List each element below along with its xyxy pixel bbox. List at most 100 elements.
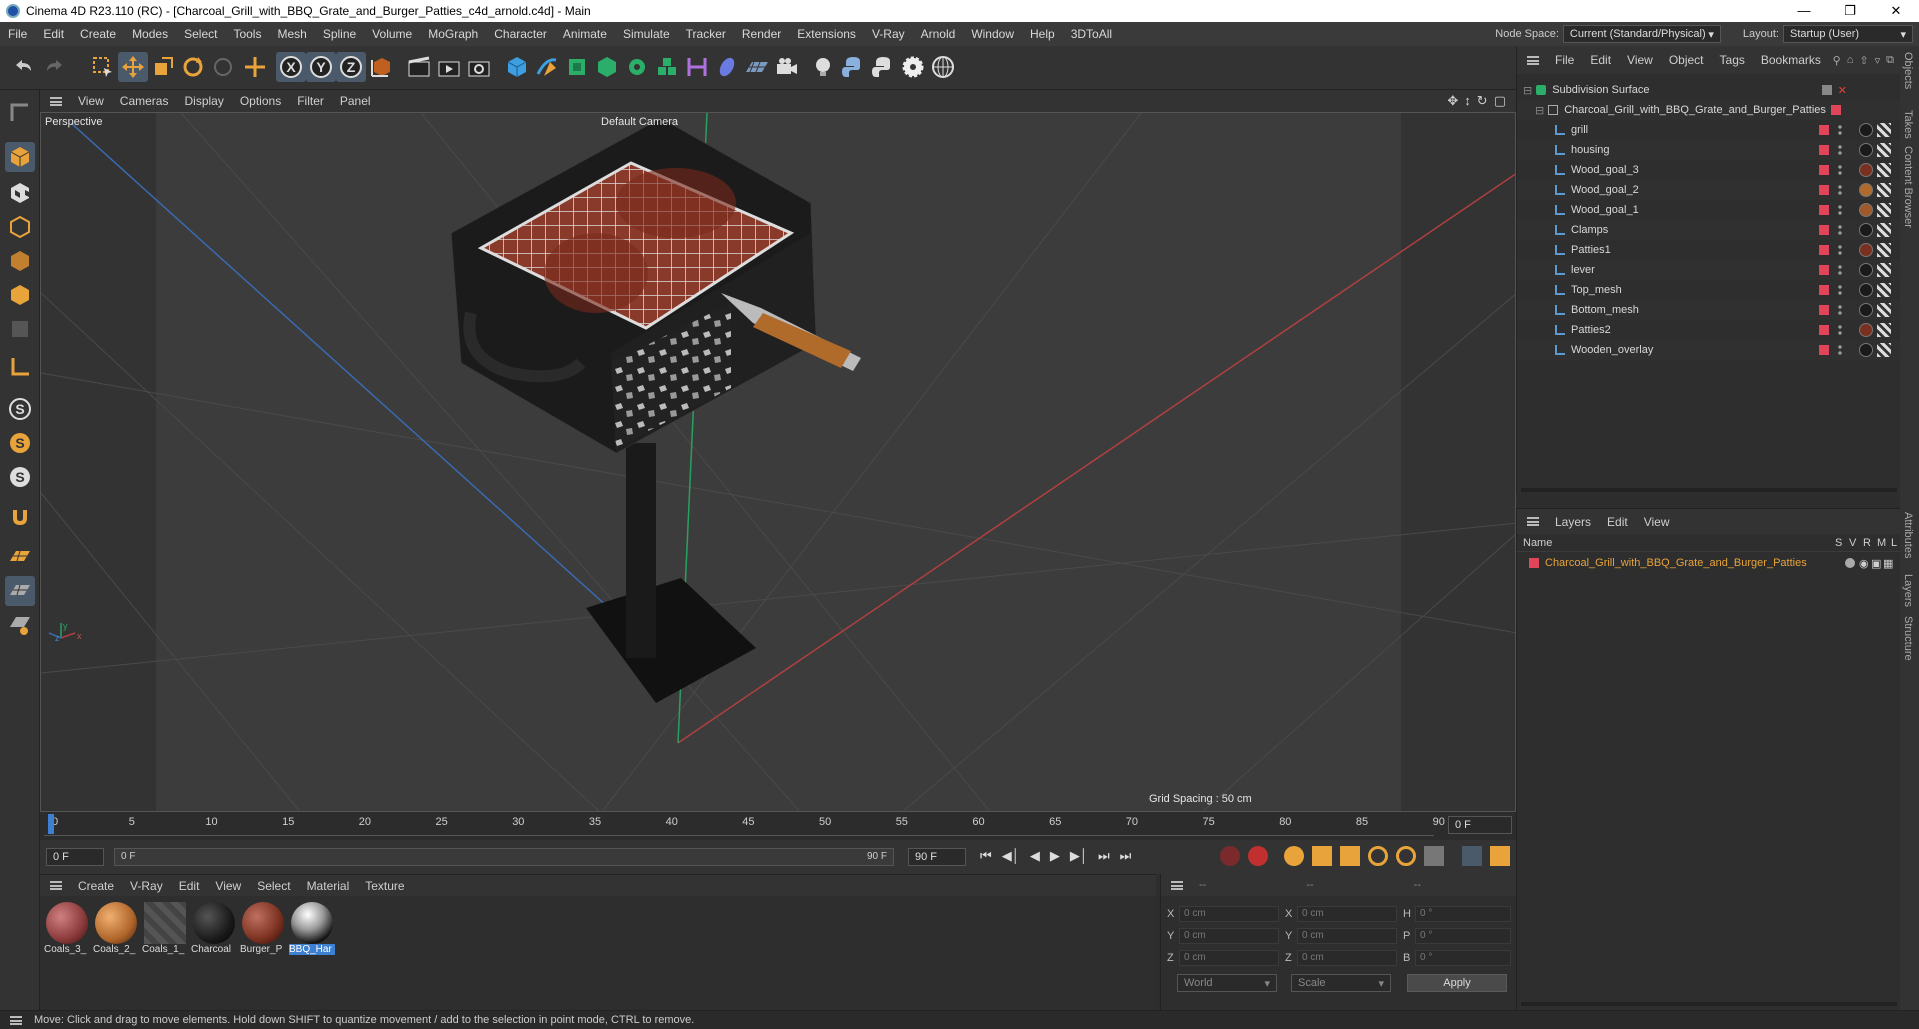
material-swatch[interactable]: Burger_P <box>240 902 286 958</box>
lock-y-axis-button[interactable]: Y <box>306 52 336 82</box>
lock-x-axis-button[interactable]: X <box>276 52 306 82</box>
camera-button[interactable] <box>772 52 802 82</box>
uv-mode-button[interactable] <box>5 314 35 344</box>
film-strip-icon[interactable] <box>1490 846 1510 866</box>
material-menu-vray[interactable]: V-Ray <box>122 879 171 893</box>
rotation-h-field[interactable]: 0 ° <box>1415 906 1511 922</box>
menu-simulate[interactable]: Simulate <box>615 27 678 41</box>
start-frame-field[interactable]: 0 F <box>46 848 104 866</box>
end-frame-field[interactable]: 90 F <box>908 848 966 866</box>
up-arrow-icon[interactable]: ⇧ <box>1859 54 1868 67</box>
axis-mode-button[interactable] <box>5 352 35 382</box>
rotation-p-field[interactable]: 0 ° <box>1415 928 1511 944</box>
new-window-icon[interactable]: ⧉ <box>1886 54 1894 67</box>
hamburger-icon[interactable] <box>1527 517 1539 526</box>
horizontal-scrollbar[interactable] <box>1521 1002 1897 1006</box>
redo-button[interactable] <box>40 52 70 82</box>
material-tag-icon[interactable] <box>1859 343 1873 357</box>
menu-file[interactable]: File <box>0 27 35 41</box>
layer-menu-layers[interactable]: Layers <box>1547 515 1599 529</box>
hamburger-icon[interactable] <box>10 1015 22 1025</box>
texture-tag-icon[interactable] <box>1877 343 1891 357</box>
parameter-key-icon[interactable] <box>1396 846 1416 866</box>
hamburger-icon[interactable] <box>1171 880 1183 890</box>
layer-row[interactable]: Charcoal_Grill_with_BBQ_Grate_and_Burger… <box>1517 554 1901 572</box>
move-tool-button[interactable] <box>118 52 148 82</box>
disable-x-icon[interactable]: ✕ <box>1838 84 1847 97</box>
autokey-icon[interactable] <box>1248 846 1268 866</box>
menu-select[interactable]: Select <box>176 27 225 41</box>
menu-3dtoall[interactable]: 3DToAll <box>1063 27 1120 41</box>
go-to-start-icon[interactable]: ⏮ <box>980 848 992 864</box>
texture-tag-icon[interactable] <box>1877 123 1891 137</box>
visibility-dots-icon[interactable] <box>1837 264 1843 276</box>
material-menu-texture[interactable]: Texture <box>357 879 412 893</box>
size-x-field[interactable]: 0 cm <box>1297 906 1397 922</box>
object-menu-view[interactable]: View <box>1619 53 1661 67</box>
menu-extensions[interactable]: Extensions <box>789 27 864 41</box>
menu-render[interactable]: Render <box>734 27 789 41</box>
select-tool-button[interactable] <box>88 52 118 82</box>
keyframe-selection-icon[interactable] <box>1284 846 1304 866</box>
visibility-dots-icon[interactable] <box>1837 164 1843 176</box>
settings-button[interactable] <box>898 52 928 82</box>
object-row[interactable]: Patties1 <box>1517 240 1901 260</box>
rotation-key-icon[interactable] <box>1368 846 1388 866</box>
camera-label[interactable]: Default Camera <box>601 116 678 128</box>
go-to-end-icon[interactable]: ⏭ <box>1120 848 1132 864</box>
visibility-dots-icon[interactable] <box>1837 304 1843 316</box>
cube-button[interactable] <box>502 52 532 82</box>
visibility-dots-icon[interactable] <box>1837 204 1843 216</box>
object-row-subdivision[interactable]: ⊟ Subdivision Surface ✕ <box>1517 80 1901 100</box>
position-z-field[interactable]: 0 cm <box>1179 950 1279 966</box>
motion-system-icon[interactable] <box>1462 846 1482 866</box>
texture-tag-icon[interactable] <box>1877 283 1891 297</box>
visibility-dots-icon[interactable] <box>1837 324 1843 336</box>
dolly-view-icon[interactable]: ↕ <box>1464 93 1471 109</box>
play-icon[interactable]: ▶ <box>1050 848 1060 864</box>
points-mode-button[interactable] <box>5 212 35 242</box>
visibility-dots-icon[interactable] <box>1837 244 1843 256</box>
layout-dropdown[interactable]: Startup (User) ▾ <box>1783 25 1913 43</box>
pen-spline-button[interactable] <box>532 52 562 82</box>
hamburger-icon[interactable] <box>1527 55 1539 65</box>
object-row[interactable]: housing <box>1517 140 1901 160</box>
object-menu-edit[interactable]: Edit <box>1582 53 1619 67</box>
material-menu-view[interactable]: View <box>207 879 249 893</box>
position-key-icon[interactable] <box>1312 846 1332 866</box>
manager-icon[interactable]: ▦ <box>1883 557 1895 570</box>
menu-volume[interactable]: Volume <box>364 27 420 41</box>
subdivision-button[interactable] <box>562 52 592 82</box>
texture-tag-icon[interactable] <box>1877 243 1891 257</box>
position-y-field[interactable]: 0 cm <box>1179 928 1279 944</box>
light-button[interactable] <box>808 52 838 82</box>
undo-button[interactable] <box>8 52 38 82</box>
field-button[interactable] <box>712 52 742 82</box>
previous-frame-icon[interactable]: ◀ <box>1030 848 1040 864</box>
texture-tag-icon[interactable] <box>1877 263 1891 277</box>
render-view-button[interactable] <box>404 52 434 82</box>
object-row[interactable]: Clamps <box>1517 220 1901 240</box>
next-key-icon[interactable]: ⏭ <box>1098 848 1110 864</box>
minimize-icon[interactable]: — <box>1781 3 1827 19</box>
object-menu-object[interactable]: Object <box>1661 53 1712 67</box>
texture-tag-icon[interactable] <box>1877 183 1891 197</box>
menu-tracker[interactable]: Tracker <box>678 27 734 41</box>
rotate-view-icon[interactable]: ↻ <box>1477 93 1488 109</box>
texture-tag-icon[interactable] <box>1877 303 1891 317</box>
floor-button[interactable] <box>742 52 772 82</box>
polygons-mode-button[interactable] <box>5 280 35 310</box>
visibility-dots-icon[interactable] <box>1837 284 1843 296</box>
tab-objects[interactable]: Objects <box>1902 52 1914 89</box>
object-row[interactable]: Top_mesh <box>1517 280 1901 300</box>
object-row[interactable]: Wood_goal_1 <box>1517 200 1901 220</box>
collapse-icon[interactable]: ⊟ <box>1523 84 1532 97</box>
menu-character[interactable]: Character <box>486 27 555 41</box>
make-editable-button[interactable] <box>5 98 35 128</box>
material-tag-icon[interactable] <box>1859 283 1873 297</box>
visibility-dots-icon[interactable] <box>1837 144 1843 156</box>
visibility-dot-icon[interactable] <box>1821 85 1832 95</box>
edges-mode-button[interactable] <box>5 246 35 276</box>
maximize-icon[interactable]: ❐ <box>1827 3 1873 19</box>
visibility-dots-icon[interactable] <box>1837 344 1843 356</box>
